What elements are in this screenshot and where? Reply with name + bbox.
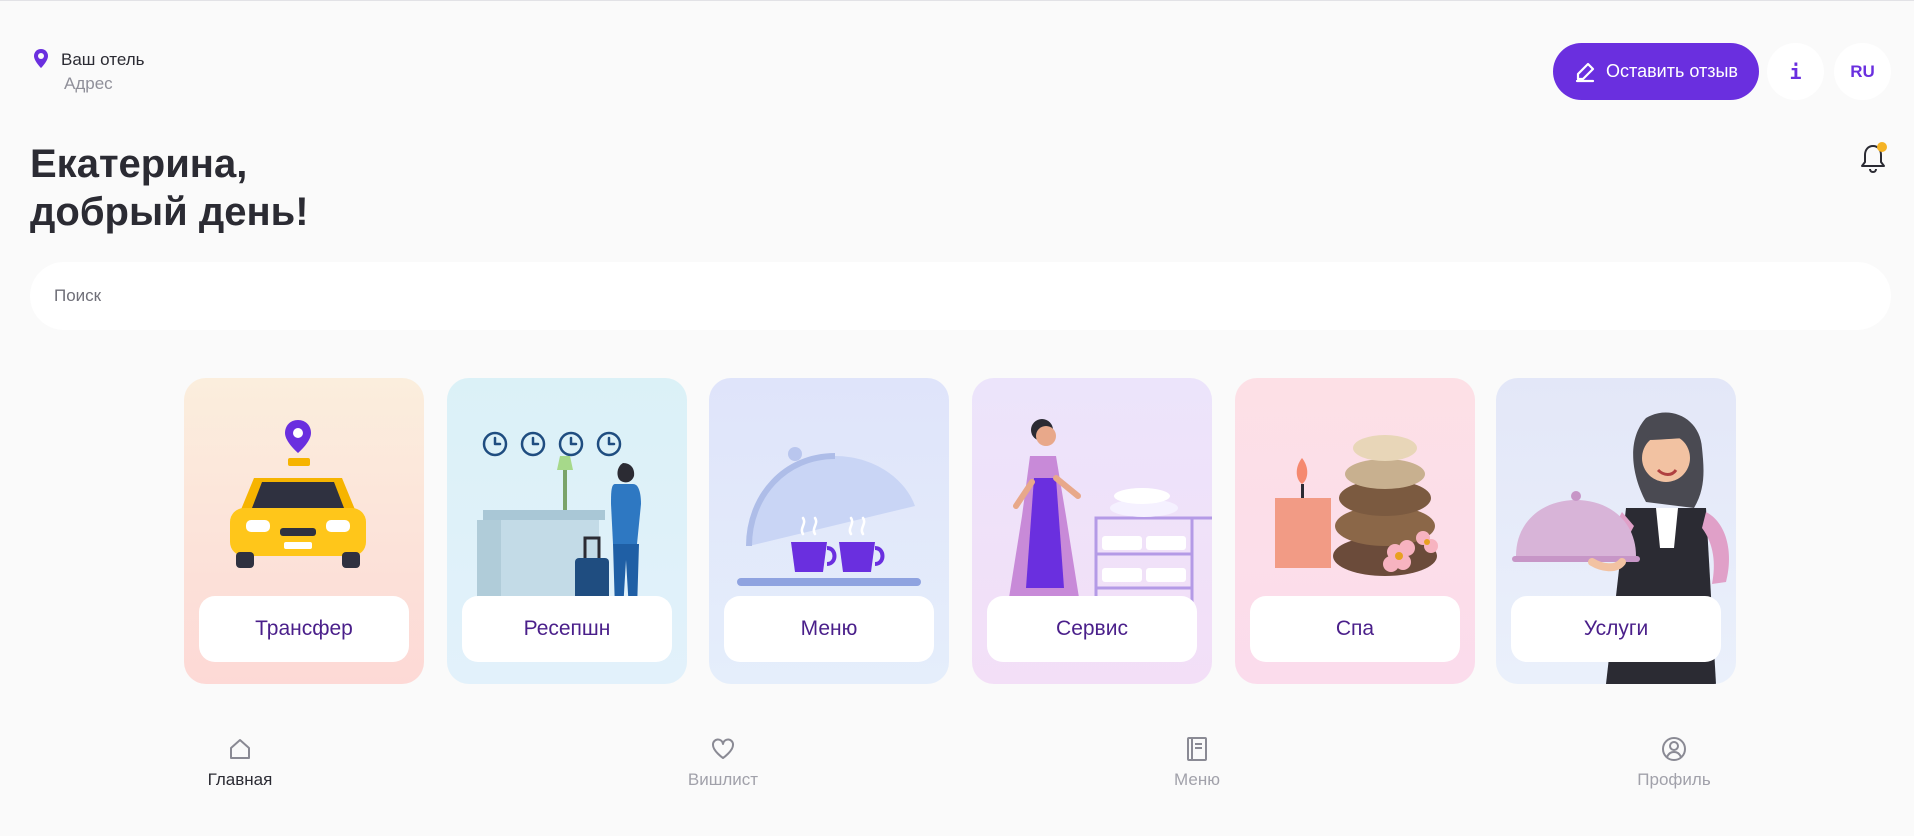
category-card-transfer[interactable]: Трансфер [184, 378, 424, 684]
language-button[interactable]: RU [1834, 43, 1891, 100]
nav-item-home[interactable]: Главная [170, 736, 310, 796]
category-card-reception[interactable]: Ресепшн [447, 378, 687, 684]
greeting-text: добрый день! [30, 190, 309, 234]
pencil-icon [1575, 62, 1595, 82]
category-label: Услуги [1511, 596, 1721, 662]
category-label: Сервис [987, 596, 1197, 662]
info-button[interactable]: i [1767, 43, 1824, 100]
nav-label-menu: Меню [1174, 770, 1220, 789]
leave-feedback-label: Оставить отзыв [1606, 61, 1738, 81]
top-divider [0, 0, 1914, 1]
location-pin-icon [34, 49, 48, 68]
notifications-button[interactable] [1858, 142, 1888, 176]
nav-item-menu[interactable]: Меню [1127, 736, 1267, 796]
hotel-address: Адрес [64, 74, 113, 93]
leave-feedback-button[interactable]: Оставить отзыв [1553, 43, 1759, 100]
category-card-menu[interactable]: Меню [709, 378, 949, 684]
category-label: Ресепшн [462, 596, 672, 662]
nav-item-profile[interactable]: Профиль [1604, 736, 1744, 796]
user-circle-icon [1662, 737, 1686, 761]
book-icon [1187, 737, 1207, 761]
nav-item-wishlist[interactable]: Вишлист [653, 736, 793, 796]
search-input[interactable] [30, 262, 1891, 330]
category-card-service[interactable]: Сервис [972, 378, 1212, 684]
category-card-spa[interactable]: Спа [1235, 378, 1475, 684]
nav-label-wishlist: Вишлист [687, 770, 759, 789]
greeting-title: Екатерина, добрый день! [30, 140, 309, 236]
nav-label-home: Главная [207, 770, 273, 789]
category-label: Меню [724, 596, 934, 662]
bottom-navigation: Главная Вишлист Меню Профиль [0, 716, 1914, 836]
greeting-name: Екатерина, [30, 142, 248, 186]
nav-label-profile: Профиль [1637, 770, 1711, 789]
heart-icon [712, 738, 734, 759]
home-icon [230, 739, 250, 759]
category-card-services[interactable]: Услуги [1496, 378, 1736, 684]
notification-dot [1877, 142, 1887, 152]
hotel-name: Ваш отель [61, 50, 145, 69]
category-label: Спа [1250, 596, 1460, 662]
category-cards: Трансфер Ресепшн Меню Сервис Спа Услуги [184, 378, 1736, 684]
category-label: Трансфер [199, 596, 409, 662]
